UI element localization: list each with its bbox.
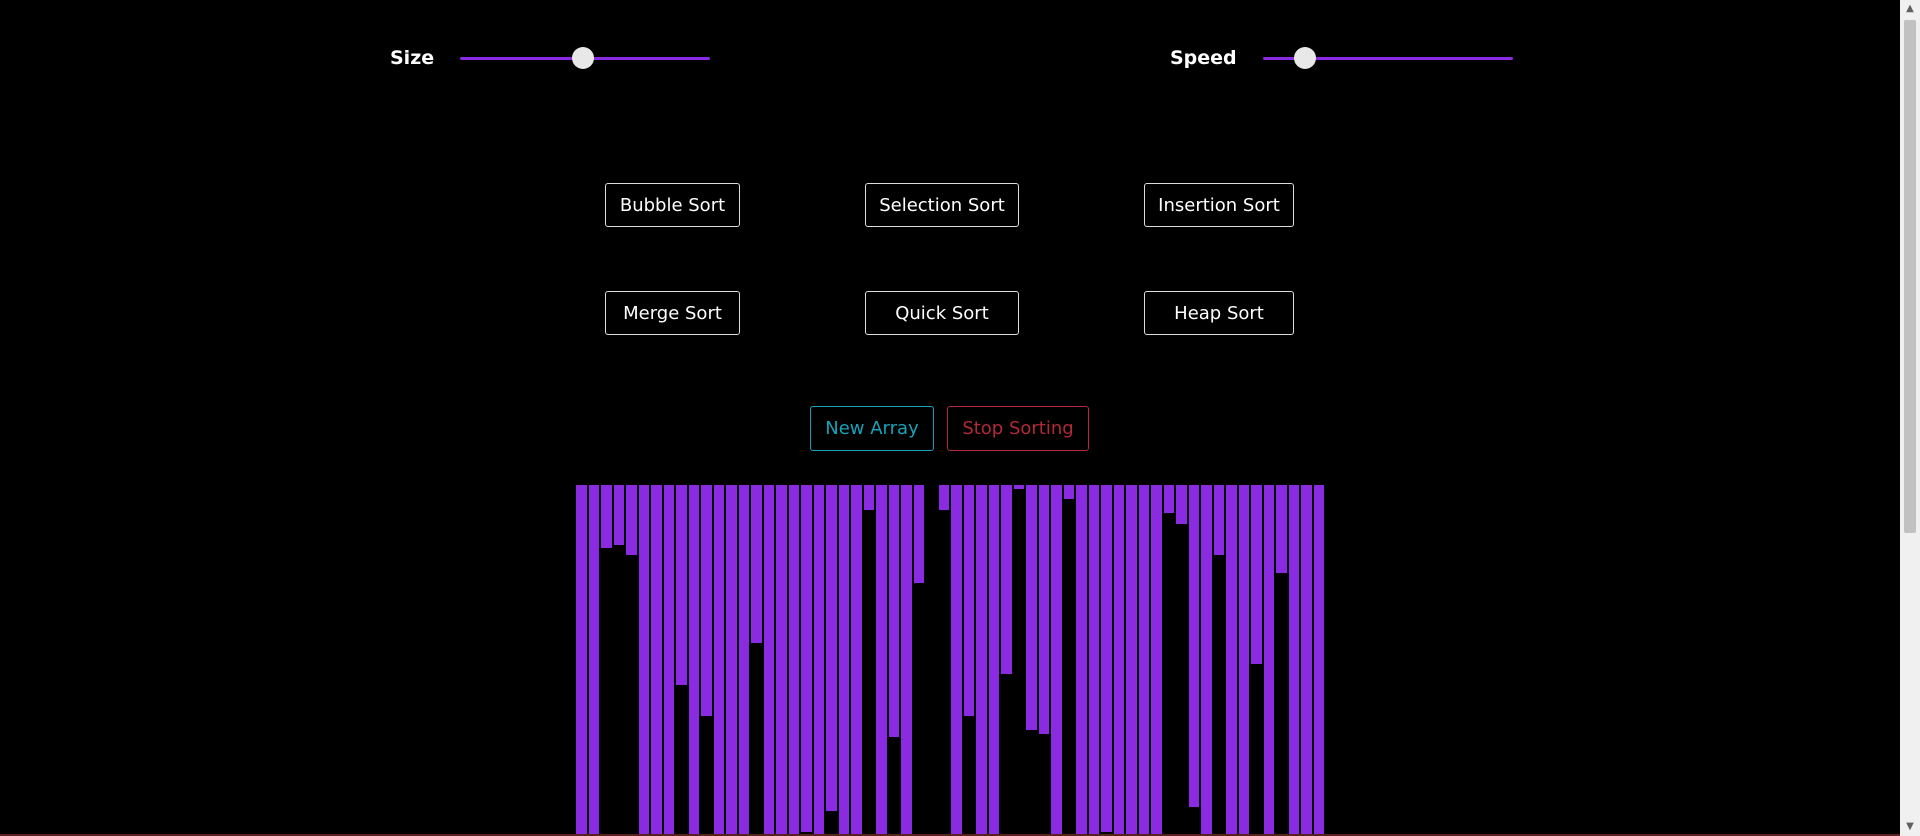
speed-label: Speed: [1170, 47, 1237, 69]
array-bar: [601, 485, 612, 548]
speed-slider[interactable]: [1262, 46, 1513, 69]
array-bar: [1301, 485, 1312, 835]
array-bar: [576, 485, 587, 835]
speed-slider-thumb[interactable]: [1294, 46, 1317, 69]
array-bar: [1176, 485, 1187, 524]
size-slider[interactable]: [460, 46, 711, 69]
size-slider-group: Size: [390, 40, 711, 76]
insertion-sort-button[interactable]: Insertion Sort: [1144, 183, 1294, 227]
array-bar: [1063, 485, 1074, 499]
scrollbar-thumb[interactable]: [1904, 20, 1916, 533]
array-bar: [588, 485, 599, 835]
array-bar: [1001, 485, 1012, 674]
array-bar: [626, 485, 637, 555]
array-bar: [1026, 485, 1037, 730]
size-slider-thumb[interactable]: [571, 46, 594, 69]
scroll-down-arrow-icon[interactable]: ▼: [1900, 818, 1920, 836]
array-bar: [1101, 485, 1112, 832]
array-bar: [1201, 485, 1212, 835]
array-bar: [676, 485, 687, 685]
selection-sort-button[interactable]: Selection Sort: [865, 183, 1019, 227]
array-bar: [1126, 485, 1137, 835]
array-bar: [1088, 485, 1099, 835]
array-bar: [1013, 485, 1024, 489]
array-bar: [1226, 485, 1237, 835]
heap-sort-button[interactable]: Heap Sort: [1144, 291, 1294, 335]
array-bar: [1238, 485, 1249, 835]
array-bar: [1076, 485, 1087, 835]
array-bar: [801, 485, 812, 832]
array-bar: [1051, 485, 1062, 835]
array-bar: [951, 485, 962, 835]
array-bar: [651, 485, 662, 835]
array-bar: [1188, 485, 1199, 807]
array-bar: [976, 485, 987, 835]
array-bar: [688, 485, 699, 835]
array-bar: [776, 485, 787, 835]
array-bar: [763, 485, 774, 835]
array-bar: [638, 485, 649, 835]
array-bar: [1213, 485, 1224, 555]
speed-slider-group: Speed: [1170, 40, 1513, 76]
array-bar: [726, 485, 737, 835]
array-bar: [751, 485, 762, 643]
size-label: Size: [390, 47, 435, 69]
array-bar: [701, 485, 712, 716]
array-bar: [876, 485, 887, 835]
array-bar: [738, 485, 749, 835]
quick-sort-button[interactable]: Quick Sort: [865, 291, 1019, 335]
array-bar: [913, 485, 924, 583]
array-bar: [988, 485, 999, 835]
array-bar: [863, 485, 874, 510]
array-bar: [938, 485, 949, 510]
array-bar: [851, 485, 862, 835]
merge-sort-button[interactable]: Merge Sort: [605, 291, 740, 335]
array-bar: [613, 485, 624, 545]
bubble-sort-button[interactable]: Bubble Sort: [605, 183, 740, 227]
sorting-visualizer-page: Size Speed Bubble Sort Selection Sort In…: [0, 0, 1920, 836]
array-bar: [1263, 485, 1274, 835]
array-bar: [901, 485, 912, 835]
array-bar: [1151, 485, 1162, 835]
array-bar: [1138, 485, 1149, 835]
array-bar: [888, 485, 899, 737]
array-bar: [1313, 485, 1324, 835]
array-bar: [838, 485, 849, 835]
array-bar: [713, 485, 724, 835]
array-bar: [1251, 485, 1262, 664]
array-bar: [826, 485, 837, 811]
vertical-scrollbar[interactable]: ▲ ▼: [1900, 0, 1920, 836]
array-bar: [1113, 485, 1124, 835]
array-bar: [963, 485, 974, 716]
new-array-button[interactable]: New Array: [810, 406, 934, 451]
array-bar: [1276, 485, 1287, 573]
array-bar: [663, 485, 674, 835]
stop-sorting-button[interactable]: Stop Sorting: [947, 406, 1089, 451]
scroll-up-arrow-icon[interactable]: ▲: [1900, 0, 1920, 18]
array-bar: [1038, 485, 1049, 734]
array-bar: [1163, 485, 1174, 513]
array-bar: [813, 485, 824, 835]
array-bar: [788, 485, 799, 835]
array-bar: [1288, 485, 1299, 835]
